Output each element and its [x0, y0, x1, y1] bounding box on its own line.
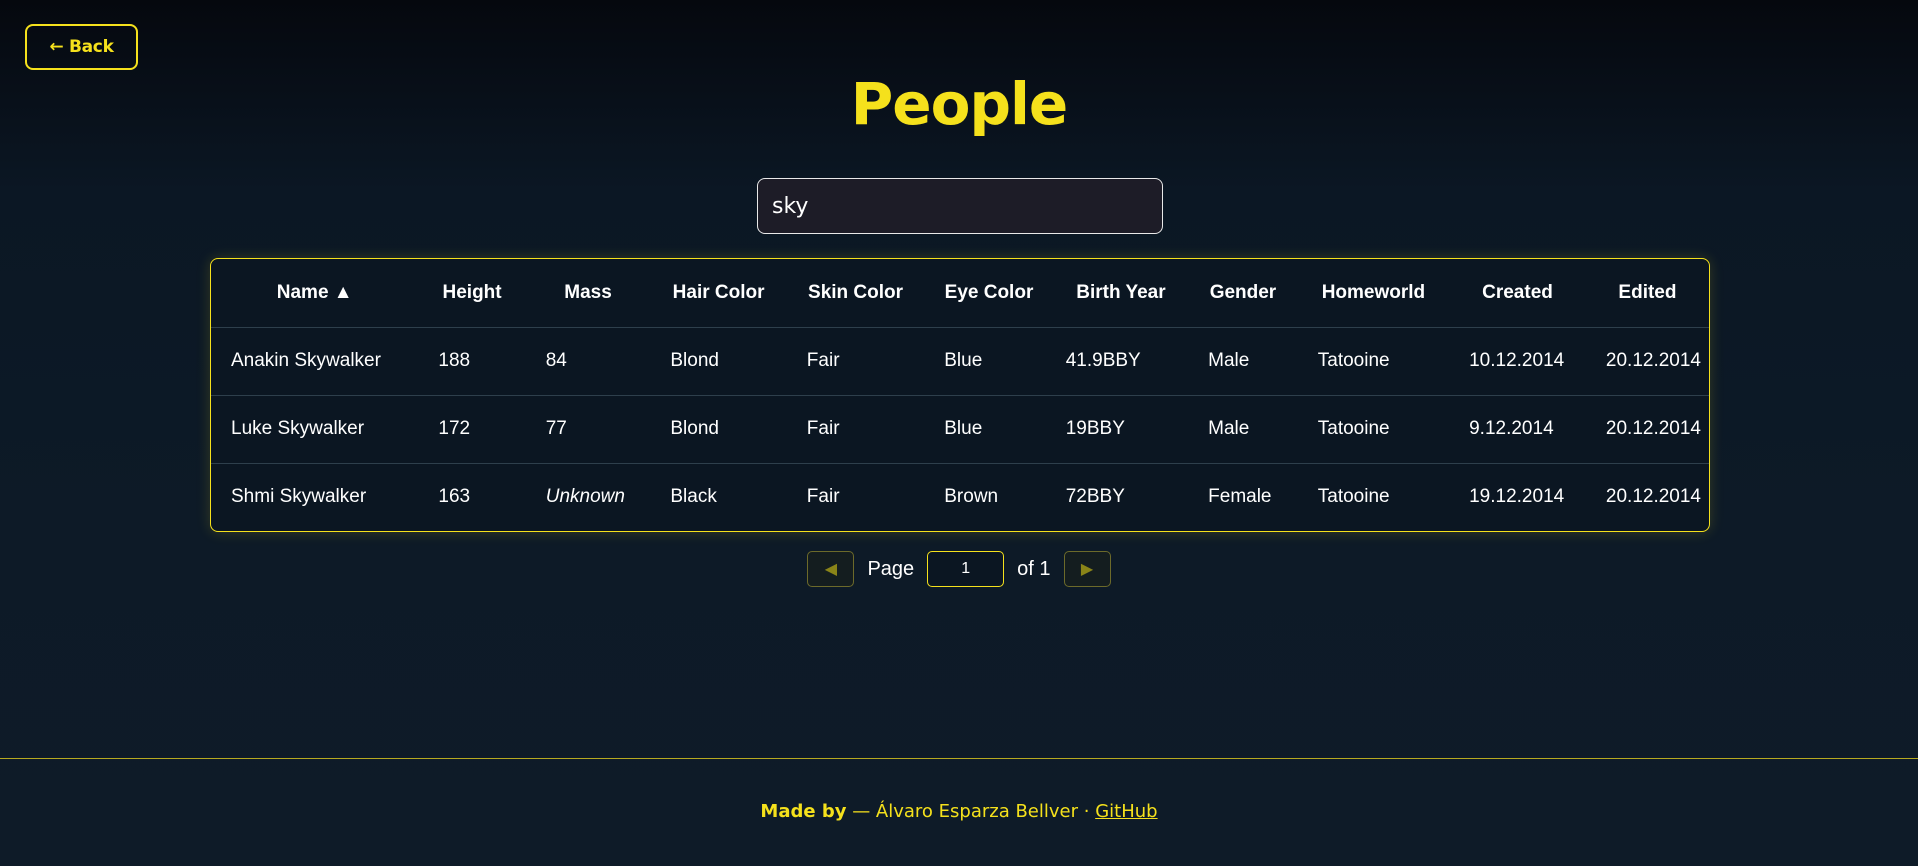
table-row[interactable]: Anakin Skywalker 188 84 Blond Fair Blue …	[211, 327, 1709, 396]
footer: Made by — Álvaro Esparza Bellver · GitHu…	[0, 801, 1918, 822]
footer-divider	[0, 758, 1918, 759]
triangle-right-icon: ▶	[1080, 561, 1094, 578]
people-table: Name ▲ Height Mass Hair Color Skin Color…	[211, 259, 1709, 531]
cell-skin-color: Fair	[806, 486, 840, 508]
cell-height: 172	[418, 395, 526, 464]
github-link[interactable]: GitHub	[1095, 801, 1157, 822]
cell-height: 163	[438, 486, 471, 508]
cell-edited: 20.12.2014	[1585, 327, 1709, 396]
cell-gender: Female	[1208, 486, 1272, 508]
cell-homeworld: Tatooine	[1297, 395, 1450, 464]
cell-skin-color: Fair	[786, 327, 925, 396]
next-page-button[interactable]: ▶	[1063, 551, 1111, 587]
cell-birth-year: 41.9BBY	[1053, 327, 1189, 396]
column-header-eye-color[interactable]: Eye Color	[924, 259, 1054, 328]
column-header-hair-color[interactable]: Hair Color	[650, 259, 787, 328]
column-header-height[interactable]: Height	[418, 259, 526, 328]
cell-homeworld: Tatooine	[1317, 486, 1390, 508]
pagination: ◀ Page of 1 ▶	[0, 551, 1918, 587]
page-title: People	[850, 70, 1068, 138]
people-table-card: Name ▲ Height Mass Hair Color Skin Color…	[210, 258, 1710, 532]
cell-name: Luke Skywalker	[211, 395, 419, 464]
search-input[interactable]	[757, 178, 1163, 234]
cell-mass: 77	[525, 395, 651, 464]
cell-mass: Unknown	[545, 486, 625, 508]
cell-birth-year: 72BBY	[1065, 486, 1125, 508]
column-header-edited[interactable]: Edited	[1585, 259, 1709, 328]
cell-hair-color: Black	[670, 486, 717, 508]
column-header-name[interactable]: Name ▲	[211, 259, 419, 328]
cell-created: 10.12.2014	[1449, 327, 1586, 396]
cell-skin-color: Fair	[786, 395, 925, 464]
cell-name: Shmi Skywalker	[231, 486, 367, 508]
cell-hair-color: Blond	[650, 395, 787, 464]
cell-gender: Male	[1188, 327, 1298, 396]
cell-name: Anakin Skywalker	[211, 327, 419, 396]
triangle-left-icon: ◀	[824, 561, 838, 578]
page-count-label: of 1	[1017, 557, 1051, 580]
cell-edited: 20.12.2014	[1585, 395, 1709, 464]
search-container	[757, 178, 1163, 234]
column-header-skin-color[interactable]: Skin Color	[786, 259, 925, 328]
column-header-homeworld[interactable]: Homeworld	[1297, 259, 1450, 328]
cell-hair-color: Blond	[650, 327, 787, 396]
cell-gender: Male	[1188, 395, 1298, 464]
column-header-birth-year[interactable]: Birth Year	[1053, 259, 1189, 328]
cell-mass: 84	[525, 327, 651, 396]
column-header-gender[interactable]: Gender	[1188, 259, 1298, 328]
footer-made-by: Made by	[760, 801, 847, 822]
table-row[interactable]: Shmi Skywalker 163 Unknown Black Fair Br…	[211, 463, 1709, 531]
cell-height: 188	[418, 327, 526, 396]
cell-eye-color: Blue	[924, 327, 1054, 396]
column-header-created[interactable]: Created	[1449, 259, 1586, 328]
previous-page-button[interactable]: ◀	[807, 551, 855, 587]
cell-birth-year: 19BBY	[1053, 395, 1189, 464]
column-header-mass[interactable]: Mass	[525, 259, 651, 328]
cell-eye-color: Brown	[944, 486, 999, 508]
footer-author: — Álvaro Esparza Bellver ·	[846, 801, 1096, 822]
cell-edited: 20.12.2014	[1605, 486, 1701, 508]
cell-created: 19.12.2014	[1469, 486, 1565, 508]
cell-homeworld: Tatooine	[1297, 327, 1450, 396]
table-header-row: Name ▲ Height Mass Hair Color Skin Color…	[211, 259, 1709, 328]
cell-eye-color: Blue	[924, 395, 1054, 464]
page-number-input[interactable]	[927, 551, 1005, 587]
table-row[interactable]: Luke Skywalker 172 77 Blond Fair Blue 19…	[211, 395, 1709, 464]
cell-created: 9.12.2014	[1449, 395, 1586, 464]
back-button[interactable]: ← Back	[25, 24, 138, 70]
page-label: Page	[867, 557, 915, 580]
